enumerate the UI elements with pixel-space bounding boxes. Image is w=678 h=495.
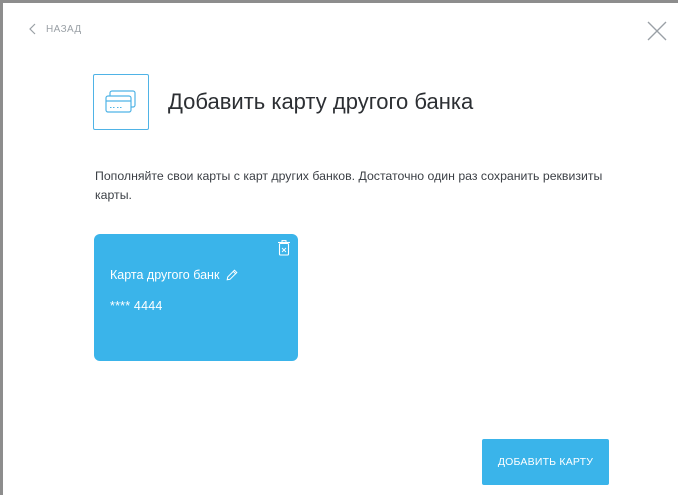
trash-icon[interactable] <box>277 240 291 256</box>
chevron-left-icon <box>29 23 36 35</box>
page-title: Добавить карту другого банка <box>168 89 474 114</box>
card-name: Карта другого банк <box>110 268 220 282</box>
dialog-panel: НАЗАД Добавить карту другого банка Попол… <box>0 0 678 495</box>
credit-card-icon <box>93 74 149 130</box>
card-name-row: Карта другого банк <box>110 268 238 282</box>
pencil-icon[interactable] <box>226 269 238 281</box>
page-header: Добавить карту другого банка <box>93 74 473 130</box>
back-button[interactable]: НАЗАД <box>29 23 82 35</box>
saved-card[interactable]: Карта другого банк **** 4444 <box>94 234 298 361</box>
add-card-button[interactable]: ДОБАВИТЬ КАРТУ <box>482 439 609 485</box>
description-text: Пополняйте свои карты с карт других банк… <box>95 169 603 202</box>
card-number: **** 4444 <box>110 299 163 313</box>
close-button[interactable] <box>646 20 668 42</box>
back-label: НАЗАД <box>46 23 82 35</box>
close-icon <box>647 21 667 41</box>
